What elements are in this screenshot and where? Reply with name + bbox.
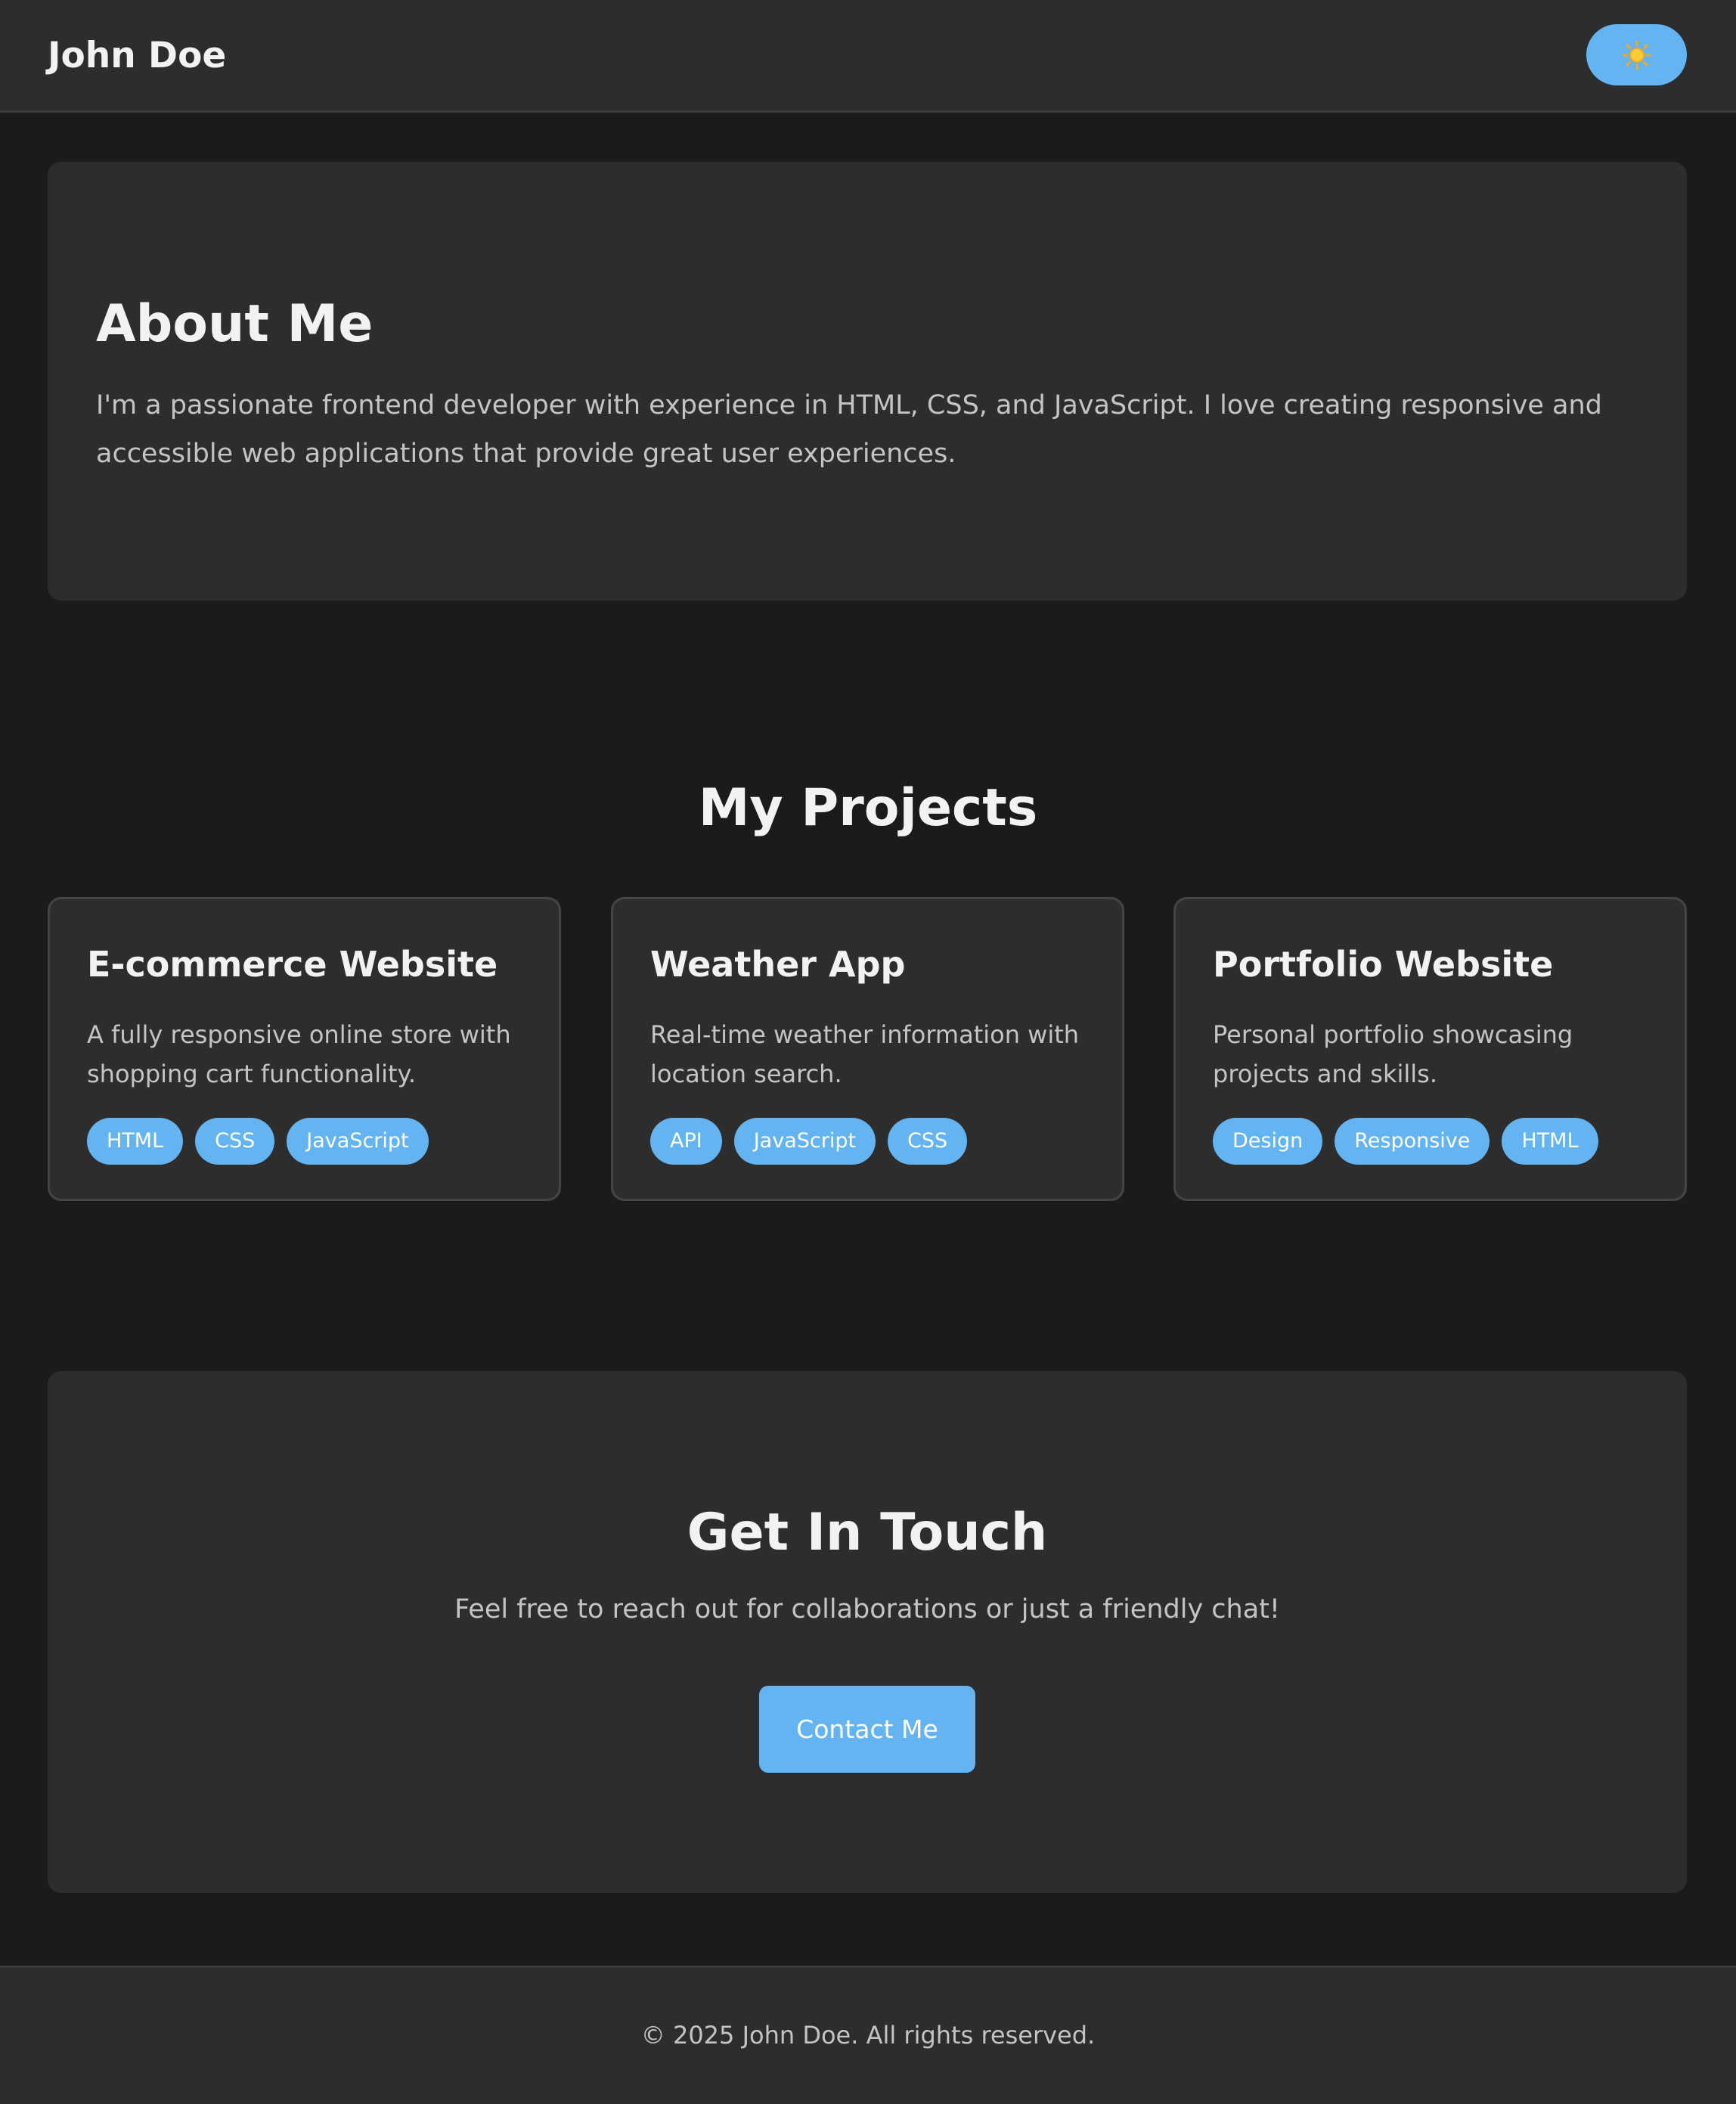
project-card-description: Personal portfolio showcasing projects a… (1213, 1020, 1573, 1088)
project-card-title: E-commerce Website (87, 944, 498, 985)
project-card-ecommerce[interactable]: E-commerce Website A fully responsive on… (48, 897, 561, 1201)
about-title: About Me (96, 294, 374, 354)
contact-section: Get In Touch Feel free to reach out for … (48, 1371, 1687, 1893)
theme-toggle-button[interactable] (1586, 24, 1687, 85)
project-card-description: Real-time weather information with locat… (650, 1020, 1080, 1088)
site-header: John Doe (0, 0, 1736, 113)
project-card-weather[interactable]: Weather App Real-time weather informatio… (611, 897, 1124, 1201)
project-tags: Design Responsive HTML (1213, 1118, 1598, 1165)
project-card-portfolio[interactable]: Portfolio Website Personal portfolio sho… (1173, 897, 1687, 1201)
project-card-description: A fully responsive online store with sho… (87, 1020, 511, 1088)
contact-me-button[interactable]: Contact Me (759, 1686, 975, 1773)
project-tag: HTML (1502, 1118, 1598, 1165)
project-tag: HTML (87, 1118, 184, 1165)
sun-icon (1622, 40, 1651, 70)
project-tag: JavaScript (733, 1118, 876, 1165)
project-tag: JavaScript (287, 1118, 429, 1165)
project-tags: HTML CSS JavaScript (87, 1118, 429, 1165)
about-section: About Me I'm a passionate frontend devel… (48, 162, 1687, 600)
projects-title: My Projects (698, 778, 1038, 838)
footer-copyright: © 2025 John Doe. All rights reserved. (640, 2021, 1096, 2050)
contact-title: Get In Touch (687, 1503, 1048, 1562)
project-tag: Responsive (1335, 1118, 1490, 1165)
contact-text: Feel free to reach out for collaboration… (454, 1594, 1280, 1625)
site-footer: © 2025 John Doe. All rights reserved. (0, 1966, 1736, 2104)
project-tag: Design (1213, 1118, 1323, 1165)
project-tag: CSS (195, 1118, 275, 1165)
site-brand[interactable]: John Doe (48, 32, 226, 80)
project-tags: API JavaScript CSS (650, 1118, 968, 1165)
about-text: I'm a passionate frontend developer with… (96, 390, 1602, 469)
project-card-title: Weather App (650, 944, 906, 985)
project-tag: API (650, 1118, 722, 1165)
project-tag: CSS (888, 1118, 968, 1165)
project-card-title: Portfolio Website (1213, 944, 1554, 985)
